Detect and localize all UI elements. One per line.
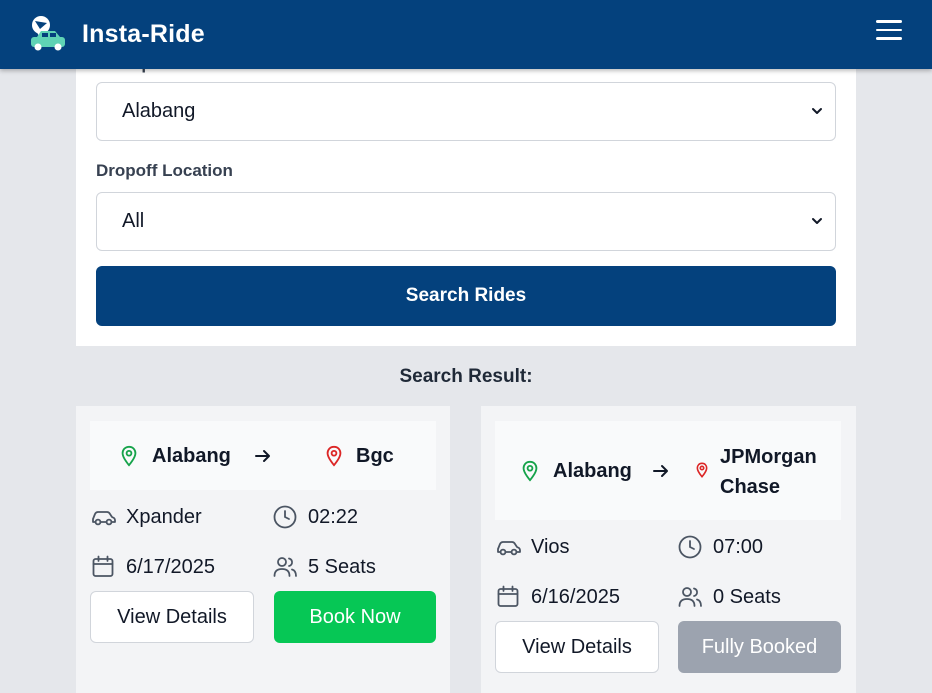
pickup-location: Alabang bbox=[118, 441, 231, 471]
dropoff-location-select[interactable]: All bbox=[96, 192, 836, 251]
search-result-heading: Search Result: bbox=[399, 366, 533, 387]
view-details-button[interactable]: View Details bbox=[495, 621, 659, 673]
arrow-right-icon bbox=[653, 465, 668, 477]
dropoff-location: Bgc bbox=[323, 441, 394, 471]
car-pin-logo-icon bbox=[31, 15, 65, 50]
date-info: 6/17/2025 bbox=[90, 554, 215, 580]
chevron-down-icon bbox=[812, 108, 822, 114]
users-icon bbox=[273, 557, 297, 577]
dropoff-location-value: All bbox=[122, 210, 145, 232]
time-info: 02:22 bbox=[272, 504, 358, 530]
chevron-down-icon bbox=[812, 218, 822, 224]
dropoff-location: JPMorgan Chase bbox=[720, 446, 817, 498]
hamburger-menu-icon[interactable] bbox=[876, 20, 902, 42]
map-pin-icon bbox=[696, 462, 708, 478]
clock-icon bbox=[678, 535, 702, 559]
seats-info: 0 Seats bbox=[677, 584, 781, 610]
pickup-location-select[interactable]: Alabang bbox=[96, 82, 836, 141]
car-icon bbox=[92, 511, 116, 526]
car-icon bbox=[497, 541, 521, 556]
arrow-right-icon bbox=[255, 450, 270, 462]
route-box: Alabang Bgc bbox=[90, 421, 436, 490]
map-pin-icon bbox=[522, 460, 538, 482]
calendar-icon bbox=[497, 585, 519, 607]
ride-card: Alabang JPMorgan Chase Vios 07:00 6/16/2… bbox=[481, 406, 856, 693]
view-details-button[interactable]: View Details bbox=[90, 591, 254, 643]
time-info: 07:00 bbox=[677, 534, 763, 560]
book-now-button[interactable]: Book Now bbox=[274, 591, 436, 643]
date-info: 6/16/2025 bbox=[495, 584, 620, 610]
calendar-icon bbox=[92, 555, 114, 577]
dropoff-location-label: Dropoff Location bbox=[96, 161, 233, 180]
users-icon bbox=[678, 587, 702, 607]
brand[interactable]: Insta-Ride bbox=[27, 15, 205, 55]
vehicle-info: Vios bbox=[495, 534, 570, 560]
map-pin-icon bbox=[326, 445, 342, 467]
app-title: Insta-Ride bbox=[82, 20, 205, 48]
pickup-location-value: Alabang bbox=[122, 100, 196, 122]
map-pin-icon bbox=[121, 445, 137, 467]
fully-booked-button: Fully Booked bbox=[678, 621, 841, 673]
pickup-location: Alabang bbox=[519, 456, 632, 486]
search-form: Pickup Location Alabang Dropoff Location… bbox=[76, 54, 856, 346]
seats-info: 5 Seats bbox=[272, 554, 376, 580]
ride-card: Alabang Bgc Xpander 02:22 6/17/2025 5 Se… bbox=[76, 406, 450, 693]
top-navbar: Insta-Ride bbox=[0, 0, 932, 69]
clock-icon bbox=[273, 505, 297, 529]
route-box: Alabang JPMorgan Chase bbox=[495, 421, 841, 520]
search-rides-button[interactable]: Search Rides bbox=[96, 266, 836, 326]
vehicle-info: Xpander bbox=[90, 504, 202, 530]
